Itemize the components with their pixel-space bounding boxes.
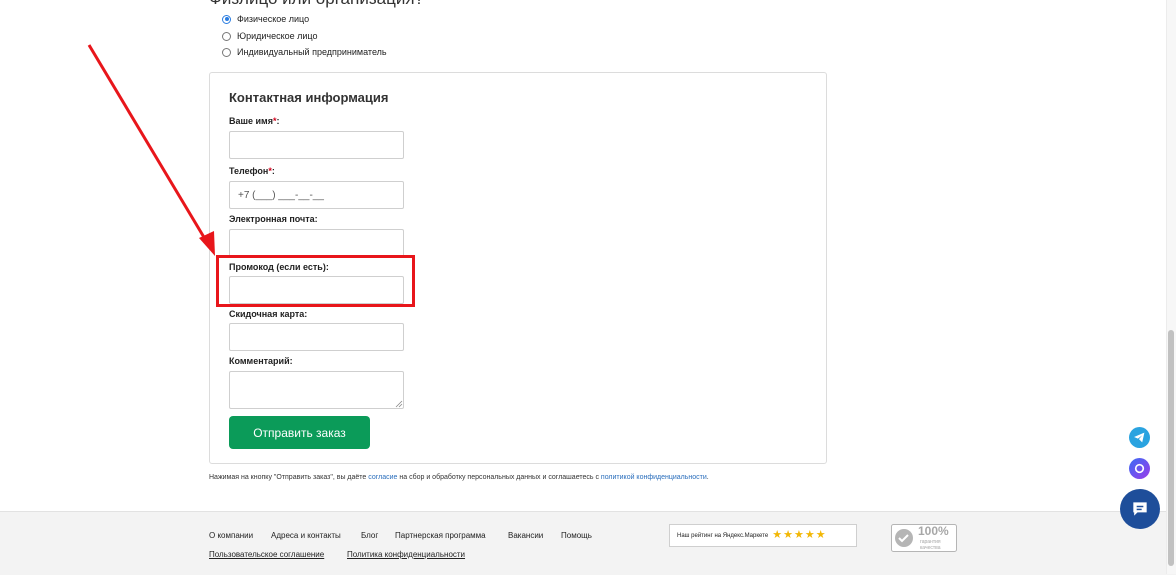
form-title: Контактная информация — [229, 90, 389, 105]
submit-order-button[interactable]: Отправить заказ — [229, 416, 370, 449]
name-input[interactable] — [229, 131, 404, 159]
footer — [0, 511, 1176, 575]
guarantee-percent: 100% — [918, 524, 949, 538]
footer-link-vacancies[interactable]: Вакансии — [508, 531, 543, 540]
footer-link-addresses[interactable]: Адреса и контакты — [271, 531, 341, 540]
phone-label-text: Телефон — [229, 166, 269, 176]
label-colon: : — [276, 116, 280, 126]
footer-link-partners[interactable]: Партнерская программа — [395, 531, 486, 540]
comment-textarea[interactable] — [229, 371, 404, 409]
chat-icon — [1133, 502, 1147, 516]
telegram-button[interactable] — [1129, 427, 1150, 448]
radio-indicator-checked[interactable] — [222, 14, 231, 24]
footer-link-help[interactable]: Помощь — [561, 531, 592, 540]
label-colon: : — [271, 166, 275, 176]
promo-code-label: Промокод (если есть): — [229, 262, 329, 272]
email-input[interactable] — [229, 229, 404, 257]
max-messenger-button[interactable] — [1129, 458, 1150, 479]
radio-label: Юридическое лицо — [237, 31, 318, 41]
radio-individual[interactable]: Физическое лицо — [222, 14, 309, 24]
phone-label: Телефон*: — [229, 166, 275, 176]
consent-text-middle: на сбор и обработку персональных данных … — [397, 474, 601, 481]
radio-label: Физическое лицо — [237, 14, 310, 24]
star-icon: ★ — [804, 529, 815, 541]
star-icon: ★ — [772, 529, 783, 541]
radio-sole-proprietor[interactable]: Индивидуальный предприниматель — [222, 47, 387, 57]
rating-text: Наш рейтинг на Яндекс.Маркете — [677, 532, 769, 539]
consent-text-before: Нажимая на кнопку "Отправить заказ", вы … — [209, 474, 369, 481]
name-label-text: Ваше имя — [229, 116, 273, 126]
name-label: Ваше имя*: — [229, 116, 279, 126]
comment-label: Комментарий: — [229, 356, 293, 366]
footer-link-privacy[interactable]: Политика конфиденциальности — [347, 550, 465, 559]
star-icon: ★ — [815, 529, 826, 541]
yandex-rating-badge[interactable]: Наш рейтинг на Яндекс.Маркете ★ ★ ★ ★ ★ — [669, 524, 857, 547]
resize-grip-icon[interactable] — [395, 400, 403, 408]
radio-indicator[interactable] — [222, 31, 231, 41]
email-label: Электронная почта: — [229, 214, 318, 224]
max-messenger-icon — [1134, 463, 1145, 474]
phone-input[interactable] — [229, 181, 404, 209]
discount-card-input[interactable] — [229, 323, 404, 351]
customer-type-heading: Физлицо или организация? — [209, 0, 424, 9]
footer-link-user-agreement[interactable]: Пользовательское соглашение — [209, 550, 324, 559]
chat-button[interactable] — [1120, 489, 1160, 529]
footer-link-about[interactable]: О компании — [209, 531, 253, 540]
consent-link[interactable]: согласие — [368, 474, 397, 481]
footer-link-blog[interactable]: Блог — [361, 531, 378, 540]
consent-text-after: . — [706, 474, 709, 481]
discount-card-label: Скидочная карта: — [229, 309, 308, 319]
guarantee-caption: гарантия качества — [920, 539, 941, 551]
radio-indicator[interactable] — [222, 47, 231, 57]
scrollbar-thumb[interactable] — [1168, 330, 1174, 566]
guarantee-line2: качества — [920, 545, 941, 551]
radio-label: Индивидуальный предприниматель — [237, 47, 387, 57]
star-icon: ★ — [783, 529, 793, 541]
promo-code-input[interactable] — [229, 276, 404, 304]
radio-legal-entity[interactable]: Юридическое лицо — [222, 31, 318, 41]
star-icon: ★ — [793, 529, 804, 541]
telegram-icon — [1134, 432, 1145, 443]
consent-notice: Нажимая на кнопку "Отправить заказ", вы … — [209, 474, 709, 481]
privacy-policy-link[interactable]: политикой конфиденциальности — [601, 474, 707, 481]
